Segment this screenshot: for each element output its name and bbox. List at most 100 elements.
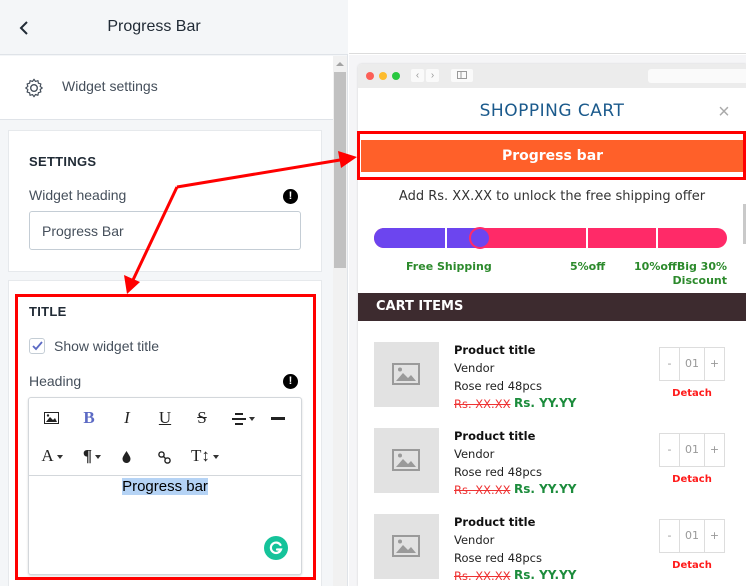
widget-heading-input[interactable]	[29, 211, 301, 250]
decrease-qty-button[interactable]: -	[660, 348, 680, 380]
paragraph-button[interactable]: ¶	[77, 444, 107, 468]
url-bar	[648, 69, 746, 83]
image-placeholder-icon	[392, 535, 420, 557]
progress-bar	[374, 227, 727, 249]
milestone-label-free-shipping: Free Shipping	[406, 260, 492, 273]
product-title[interactable]: Product title	[454, 429, 535, 443]
cart-item: Product title Vendor Rose red 48pcs Rs. XX.…	[358, 514, 746, 586]
bold-button[interactable]: B	[79, 406, 99, 430]
product-title[interactable]: Product title	[454, 515, 535, 529]
product-thumbnail	[374, 428, 439, 493]
strikethrough-button[interactable]: S	[192, 406, 212, 430]
decrease-qty-button[interactable]: -	[660, 520, 680, 552]
decrease-qty-button[interactable]: -	[660, 434, 680, 466]
insert-image-button[interactable]	[41, 406, 61, 430]
browser-toolbar: ‹ ›	[358, 64, 746, 88]
maximize-dot-icon	[392, 72, 400, 80]
editor-toolbar: B I U S A ¶ T↕	[29, 398, 301, 476]
horizontal-rule-button[interactable]	[269, 406, 287, 430]
preview-panel: ‹ › SHOPPING CART × Progress bar Add Rs.…	[349, 0, 746, 586]
sidebar-toggle-icon	[451, 69, 473, 82]
browser-forward-icon: ›	[426, 69, 439, 82]
widget-heading-label: Widget heading	[29, 187, 127, 203]
detach-link[interactable]: Detach	[659, 560, 725, 571]
product-title[interactable]: Product title	[454, 343, 535, 357]
quantity-stepper: -01 +	[659, 519, 725, 553]
product-thumbnail	[374, 514, 439, 579]
gear-icon	[25, 78, 43, 98]
product-vendor: Vendor	[454, 447, 495, 461]
editor-content[interactable]: Progress bar	[29, 478, 301, 495]
grammarly-button[interactable]	[264, 536, 288, 560]
sale-price: Rs. YY.YY	[514, 568, 577, 582]
close-icon[interactable]: ×	[716, 102, 732, 122]
font-color-button[interactable]: A	[37, 444, 67, 468]
title-heading: TITLE	[29, 304, 67, 319]
link-button[interactable]	[155, 444, 173, 468]
progress-bar-banner: Progress bar	[361, 140, 744, 172]
product-vendor: Vendor	[454, 361, 495, 375]
product-vendor: Vendor	[454, 533, 495, 547]
minimize-dot-icon	[379, 72, 387, 80]
increase-qty-button[interactable]: +	[705, 348, 724, 380]
widget-settings-label: Widget settings	[62, 78, 158, 94]
show-title-checkbox[interactable]	[29, 338, 45, 354]
image-icon	[43, 412, 59, 424]
horizontal-rule-icon	[271, 417, 285, 421]
scroll-up-icon[interactable]	[336, 62, 344, 66]
quantity-stepper: -01 +	[659, 347, 725, 381]
settings-card: SETTINGS Widget heading !	[8, 130, 322, 272]
settings-scrollbar[interactable]	[333, 56, 347, 586]
info-icon[interactable]: !	[283, 374, 298, 389]
link-icon	[157, 450, 171, 464]
checkmark-icon	[32, 341, 43, 351]
image-placeholder-icon	[392, 449, 420, 471]
align-button[interactable]	[227, 406, 259, 430]
original-price: Rs. XX.XX	[454, 397, 511, 411]
detach-link[interactable]: Detach	[659, 474, 725, 485]
increase-qty-button[interactable]: +	[705, 520, 724, 552]
close-dot-icon	[366, 72, 374, 80]
sale-price: Rs. YY.YY	[514, 482, 577, 496]
milestone-divider	[586, 228, 588, 248]
font-color-icon: A	[41, 446, 54, 465]
image-placeholder-icon	[392, 363, 420, 385]
underline-button[interactable]: U	[155, 406, 175, 430]
show-title-label: Show widget title	[54, 338, 160, 354]
scroll-thumb[interactable]	[334, 72, 346, 268]
widget-settings-row[interactable]: Widget settings	[0, 56, 333, 120]
milestone-label-line1: 10%offBig 30%	[634, 260, 727, 273]
quantity-value[interactable]: 01	[680, 348, 705, 380]
ink-drop-icon	[122, 451, 130, 464]
product-thumbnail	[374, 342, 439, 407]
align-center-icon	[231, 413, 246, 426]
quantity-value[interactable]: 01	[680, 434, 705, 466]
cart-title: SHOPPING CART	[479, 101, 625, 121]
progress-fill	[374, 228, 480, 248]
detach-link[interactable]: Detach	[659, 388, 725, 399]
font-size-button[interactable]: T↕	[189, 444, 221, 468]
panel-header: Progress Bar	[0, 0, 348, 55]
progress-knob	[469, 227, 491, 249]
original-price: Rs. XX.XX	[454, 569, 511, 583]
original-price: Rs. XX.XX	[454, 483, 511, 497]
background-color-button[interactable]	[118, 444, 134, 468]
quantity-value[interactable]: 01	[680, 520, 705, 552]
milestone-divider	[656, 228, 658, 248]
product-variant: Rose red 48pcs	[454, 379, 542, 393]
increase-qty-button[interactable]: +	[705, 434, 724, 466]
italic-button[interactable]: I	[117, 406, 137, 430]
product-variant: Rose red 48pcs	[454, 551, 542, 565]
page-title: Progress Bar	[107, 18, 201, 35]
quantity-stepper: -01 +	[659, 433, 725, 467]
preview-top-area	[349, 0, 746, 54]
milestone-label-5-off: 5%off	[570, 260, 606, 273]
settings-panel: Progress Bar Widget settings SETTINGS Wi…	[0, 0, 348, 586]
info-icon[interactable]: !	[283, 189, 298, 204]
browser-mockup: ‹ › SHOPPING CART × Progress bar Add Rs.…	[358, 64, 746, 586]
cart-item: Product title Vendor Rose red 48pcs Rs. XX.…	[358, 342, 746, 422]
paragraph-icon: ¶	[82, 446, 93, 465]
font-size-icon: T↕	[191, 446, 210, 465]
browser-back-icon: ‹	[411, 69, 424, 82]
offer-text: Add Rs. XX.XX to unlock the free shippin…	[398, 189, 706, 204]
